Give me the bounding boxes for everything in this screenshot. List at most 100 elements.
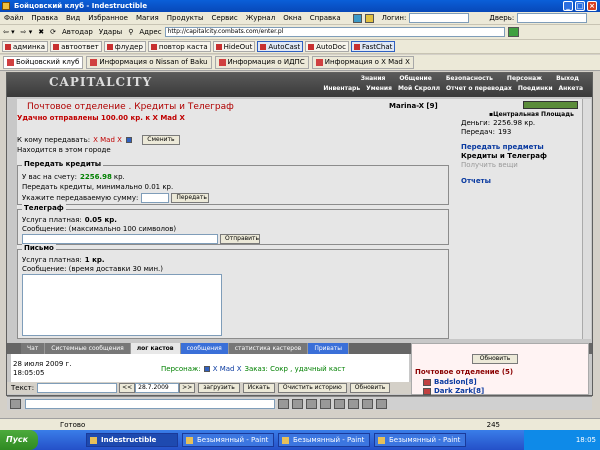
link-transfer-items[interactable]: Передать предметы (461, 143, 544, 151)
udar-button[interactable]: Удары (96, 25, 125, 40)
send-icon[interactable] (278, 398, 289, 409)
menu-view[interactable]: Вид (62, 12, 84, 25)
refresh-icon[interactable]: ⟳ (47, 25, 59, 40)
go-icon[interactable] (507, 27, 519, 37)
recipient-name[interactable]: X Mad X (93, 136, 122, 144)
menu-service[interactable]: Сервис (208, 12, 242, 25)
sound-icon[interactable] (334, 398, 345, 409)
doors-select[interactable] (517, 13, 588, 23)
link-autoanswer[interactable]: автоответ (50, 41, 102, 52)
minimize-button[interactable]: _ (563, 1, 573, 11)
balance-unit: кр. (113, 173, 125, 181)
link-flooder[interactable]: флудер (103, 41, 146, 52)
app-icon (2, 2, 10, 10)
online-panel: Обновить Почтовое отделение (5) Badslon[… (411, 343, 589, 395)
menu-edit[interactable]: Правка (27, 12, 62, 25)
chat-msg-name[interactable]: X Mad X (213, 365, 242, 373)
task-paint-2[interactable]: Безымянный - Paint (278, 433, 370, 447)
link-autodoc[interactable]: AutoDoc (305, 41, 349, 52)
menu-windows[interactable]: Окна (279, 12, 306, 25)
chat-tab-privates[interactable]: Приваты (308, 343, 349, 354)
tab-nissan[interactable]: Информация о Nissan of Baku (86, 56, 212, 69)
stop-icon[interactable]: ✖ (35, 25, 47, 40)
info-icon[interactable] (125, 137, 132, 143)
clear-icon[interactable] (292, 398, 303, 409)
task-browser[interactable]: Indestructible (86, 433, 178, 447)
nav-transfer-report[interactable]: Отчет о переводах (443, 85, 515, 92)
chat-tab-stats[interactable]: статистика кастеров (228, 343, 309, 354)
home-icon[interactable] (352, 13, 362, 23)
letter-message-textarea[interactable] (22, 274, 222, 336)
menu-products[interactable]: Продукты (163, 12, 208, 25)
player-name[interactable]: Marina-X [9] (389, 102, 438, 110)
exit-chat-icon[interactable] (376, 398, 387, 409)
nav-inventory[interactable]: Инвентарь (320, 85, 363, 92)
content-scrollbar[interactable] (582, 99, 591, 339)
menu-favorites[interactable]: Избранное (84, 12, 132, 25)
link-reports[interactable]: Отчеты (461, 177, 491, 185)
menu-magic[interactable]: Магия (132, 12, 163, 25)
change-recipient-button[interactable]: Сменить (141, 135, 180, 145)
load-button[interactable]: загрузить (198, 383, 240, 393)
links-bar: админка автоответ флудер повтор каста Hi… (0, 40, 600, 54)
telegraph-message-input[interactable] (22, 234, 218, 244)
smiley-icon[interactable] (364, 13, 374, 23)
close-button[interactable]: × (587, 1, 597, 11)
menu-file[interactable]: Файл (0, 12, 27, 25)
link-hideout[interactable]: HideOut (212, 41, 256, 52)
chat-tab-castlog[interactable]: лог кастов (130, 343, 181, 354)
start-button[interactable]: Пуск (0, 430, 38, 450)
chat-info-icon[interactable] (203, 366, 210, 372)
menu-journal[interactable]: Журнал (242, 12, 279, 25)
translit-icon[interactable] (348, 398, 359, 409)
nav-communication[interactable]: Общение (392, 75, 438, 82)
link-repeat-cast[interactable]: повтор каста (147, 41, 211, 52)
chat-tab-system[interactable]: Системные сообщения (45, 343, 131, 354)
link-autocast[interactable]: AutoCast (257, 41, 304, 52)
back-icon[interactable]: ⇦ ▾ (0, 25, 18, 40)
smile-icon[interactable] (10, 398, 21, 409)
date-prev-button[interactable]: << (119, 383, 136, 393)
user-name[interactable]: Dark Zark[8] (434, 387, 484, 395)
nav-character[interactable]: Персонаж (500, 75, 549, 82)
transfer-button[interactable]: Передать (171, 193, 210, 203)
clock[interactable]: 18:05 (576, 436, 596, 444)
telegraph-send-button[interactable]: Отправить (220, 234, 260, 244)
sum-input[interactable] (141, 193, 170, 203)
smiles-icon[interactable] (362, 398, 373, 409)
chat-tab-messages[interactable]: сообщения (180, 343, 229, 354)
filter-icon[interactable]: ⚲ (125, 25, 136, 40)
nav-exit[interactable]: Выход (549, 75, 586, 82)
tab-idps[interactable]: Информация о ИДПС (214, 56, 309, 69)
forward-icon[interactable]: ⇨ ▾ (18, 25, 36, 40)
task-paint-3[interactable]: Безымянный - Paint (374, 433, 466, 447)
nav-security[interactable]: Безопасность (439, 75, 500, 82)
filter-icon[interactable] (306, 398, 317, 409)
chat-text-input[interactable] (37, 383, 118, 393)
autodar-button[interactable]: Автодар (59, 25, 96, 40)
link-fastchat[interactable]: FastChat (350, 41, 396, 52)
chat-refresh-button[interactable]: Обновить (349, 383, 391, 393)
nav-skills[interactable]: Умения (363, 85, 395, 92)
nav-knowledge[interactable]: Знания (354, 75, 393, 82)
search-button[interactable]: Искать (242, 383, 275, 393)
task-paint-1[interactable]: Безымянный - Paint (182, 433, 274, 447)
settings-icon[interactable] (320, 398, 331, 409)
date-next-button[interactable]: >> (179, 383, 196, 393)
maximize-button[interactable]: □ (575, 1, 585, 11)
chat-tab-chat[interactable]: Чат (21, 343, 46, 354)
nav-profile[interactable]: Анкета (556, 85, 586, 92)
link-admin[interactable]: админка (2, 41, 49, 52)
nav-scroll[interactable]: Мой Скролл (395, 85, 443, 92)
tab-fightclub[interactable]: Бойцовский клуб (3, 56, 84, 69)
address-input[interactable]: http://capitalcity.combats.com/enter.pl (164, 27, 505, 37)
login-input[interactable] (409, 13, 470, 23)
tab-xmadx[interactable]: Информация о X Mad X (311, 56, 414, 69)
chat-input[interactable] (25, 398, 275, 409)
online-refresh-button[interactable]: Обновить (472, 354, 518, 364)
menu-help[interactable]: Справка (306, 12, 345, 25)
clear-history-button[interactable]: Очистить историю (277, 383, 347, 393)
user-name[interactable]: Badslon[8] (434, 378, 477, 386)
date-input[interactable]: 28.7.2009 (135, 383, 180, 393)
nav-duels[interactable]: Поединки (515, 85, 556, 92)
